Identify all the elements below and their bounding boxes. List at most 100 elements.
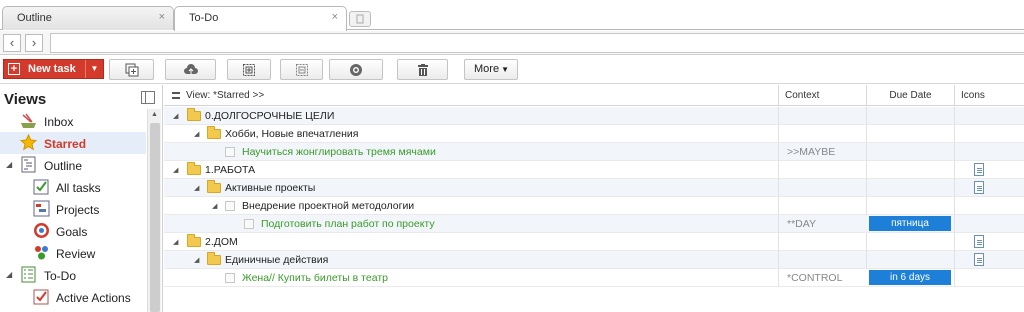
- forward-button[interactable]: ›: [25, 34, 43, 52]
- column-divider: [866, 179, 867, 197]
- column-header-context[interactable]: Context: [778, 85, 866, 106]
- collapse-triangle-icon[interactable]: ◢: [212, 202, 217, 210]
- sidebar-item-active-actions[interactable]: Active Actions: [0, 286, 146, 308]
- table-row[interactable]: ◢ Хобби, Новые впечатления: [164, 125, 1024, 143]
- column-divider: [866, 197, 867, 215]
- checklist-icon: [33, 179, 49, 195]
- review-icon: [35, 246, 48, 260]
- review-button[interactable]: [329, 59, 383, 80]
- row-text: Подготовить план работ по проекту: [261, 218, 435, 230]
- collapse-triangle-icon[interactable]: ◢: [173, 238, 178, 246]
- sidebar-item-all-tasks[interactable]: All tasks: [0, 176, 146, 198]
- sync-button[interactable]: [165, 59, 216, 80]
- collapse-button[interactable]: [280, 59, 323, 80]
- row-text: Внедрение проектной методологии: [242, 200, 415, 212]
- column-divider: [778, 269, 779, 287]
- note-icon[interactable]: [974, 181, 984, 194]
- chevron-down-icon[interactable]: ▼: [85, 60, 103, 78]
- new-tab-button[interactable]: [349, 11, 371, 27]
- scroll-up-icon[interactable]: ▲: [151, 111, 158, 118]
- column-divider: [954, 233, 955, 251]
- column-divider: [954, 125, 955, 143]
- row-text: Единичные действия: [225, 254, 329, 266]
- column-divider: [866, 233, 867, 251]
- task-checkbox[interactable]: [244, 219, 254, 229]
- sidebar-item-outline[interactable]: ◢ Outline: [0, 154, 146, 176]
- address-field[interactable]: [50, 33, 1024, 53]
- sidebar-scrollbar[interactable]: ▲: [147, 109, 161, 312]
- row-text: 0.ДОЛГОСРОЧНЫЕ ЦЕЛИ: [205, 110, 335, 122]
- context-value: **DAY: [787, 218, 816, 230]
- column-divider: [778, 251, 779, 269]
- column-divider: [866, 251, 867, 269]
- folder-icon: [187, 234, 201, 247]
- scrollbar-thumb[interactable]: [150, 123, 160, 312]
- row-text: 1.РАБОТА: [205, 164, 256, 176]
- inbox-icon: [21, 113, 36, 128]
- eye-icon: [350, 64, 362, 76]
- table-row[interactable]: Жена// Купить билеты в театр *CONTROL in…: [164, 269, 1024, 287]
- todo-icon: [21, 266, 36, 283]
- column-divider: [778, 161, 779, 179]
- due-date-badge[interactable]: пятница: [869, 216, 951, 231]
- table-row[interactable]: ◢ Единичные действия: [164, 251, 1024, 269]
- sidebar-title: Views: [4, 91, 47, 108]
- sidebar-item-goals[interactable]: Goals: [0, 220, 146, 242]
- expand-triangle-icon[interactable]: ◢: [6, 270, 12, 279]
- note-icon[interactable]: [974, 253, 984, 266]
- table-row[interactable]: ◢ 0.ДОЛГОСРОЧНЫЕ ЦЕЛИ: [164, 107, 1024, 125]
- column-header-icons[interactable]: Icons: [954, 85, 1024, 106]
- table-row[interactable]: ◢ 1.РАБОТА: [164, 161, 1024, 179]
- folder-icon: [207, 126, 221, 139]
- table-row[interactable]: Подготовить план работ по проекту **DAY …: [164, 215, 1024, 233]
- sidebar-item-projects[interactable]: Projects: [0, 198, 146, 220]
- sidebar-item-inbox[interactable]: Inbox: [0, 110, 146, 132]
- view-label[interactable]: View: *Starred >>: [186, 90, 264, 101]
- delete-button[interactable]: [397, 59, 448, 80]
- column-divider: [954, 179, 955, 197]
- tab-outline[interactable]: Outline ×: [2, 6, 174, 30]
- sidebar-item-label: Review: [56, 247, 96, 261]
- table-row[interactable]: ◢ Активные проекты: [164, 179, 1024, 197]
- column-divider: [778, 125, 779, 143]
- project-checkbox[interactable]: [225, 201, 235, 211]
- task-checkbox[interactable]: [225, 147, 235, 157]
- column-divider: [954, 215, 955, 233]
- task-list: View: *Starred >> Context Due Date Icons…: [164, 85, 1024, 312]
- folder-icon: [207, 252, 221, 265]
- folder-icon: [187, 162, 201, 175]
- more-button[interactable]: More ▼: [464, 59, 518, 80]
- close-icon[interactable]: ×: [332, 11, 338, 23]
- new-task-button[interactable]: + New task ▼: [3, 59, 104, 79]
- note-icon[interactable]: [974, 235, 984, 248]
- sidebar-item-todo[interactable]: ◢ To-Do: [0, 264, 146, 286]
- column-header-due-date[interactable]: Due Date: [866, 85, 954, 106]
- expand-button[interactable]: [227, 59, 271, 80]
- view-menu-icon[interactable]: [172, 92, 180, 99]
- note-icon[interactable]: [974, 163, 984, 176]
- task-checkbox[interactable]: [225, 273, 235, 283]
- layout-toggle-icon[interactable]: [141, 91, 155, 104]
- column-divider: [778, 215, 779, 233]
- collapse-triangle-icon[interactable]: ◢: [194, 256, 199, 264]
- expand-triangle-icon[interactable]: ◢: [6, 160, 12, 169]
- collapse-triangle-icon[interactable]: ◢: [173, 166, 178, 174]
- sidebar-item-starred[interactable]: Starred: [0, 132, 146, 154]
- tab-todo[interactable]: To-Do ×: [174, 6, 347, 31]
- new-subtask-button[interactable]: [109, 59, 154, 80]
- table-row[interactable]: Научиться жонглировать тремя мячами >>MA…: [164, 143, 1024, 161]
- collapse-triangle-icon[interactable]: ◢: [194, 184, 199, 192]
- column-divider: [866, 125, 867, 143]
- row-text: Хобби, Новые впечатления: [225, 128, 359, 140]
- collapse-triangle-icon[interactable]: ◢: [173, 112, 178, 120]
- collapse-icon: [295, 64, 308, 76]
- due-date-badge[interactable]: in 6 days: [869, 270, 951, 285]
- row-text: Активные проекты: [225, 182, 316, 194]
- collapse-triangle-icon[interactable]: ◢: [194, 130, 199, 138]
- back-button[interactable]: ‹: [3, 34, 21, 52]
- table-row[interactable]: ◢ 2.ДОМ: [164, 233, 1024, 251]
- tab-label: Outline: [17, 12, 52, 24]
- sidebar-item-review[interactable]: Review: [0, 242, 146, 264]
- close-icon[interactable]: ×: [159, 11, 165, 23]
- table-row[interactable]: ◢ Внедрение проектной методологии: [164, 197, 1024, 215]
